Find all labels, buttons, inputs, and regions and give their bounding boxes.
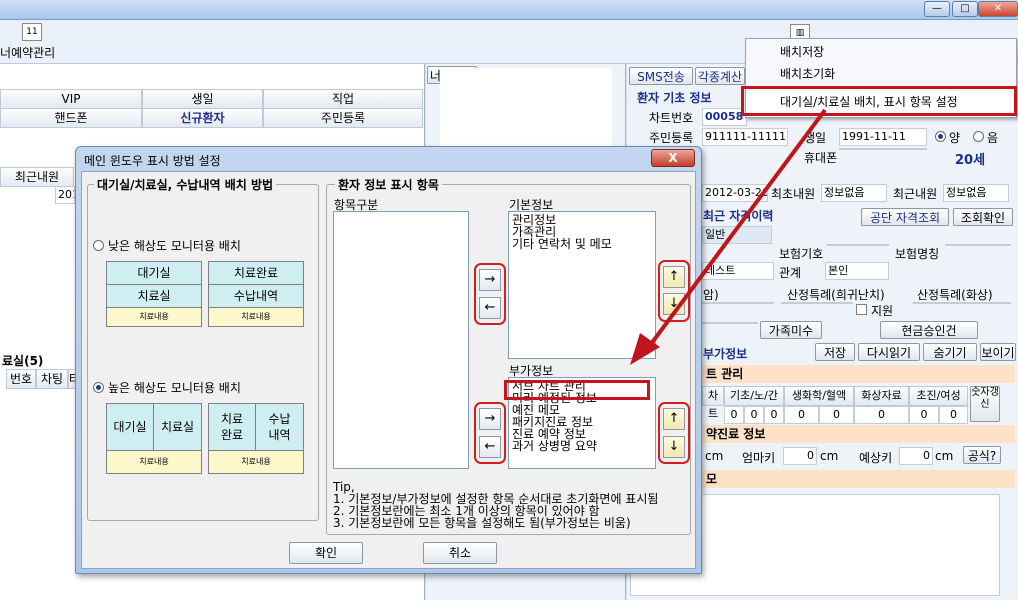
annotation-arrow	[630, 108, 827, 365]
